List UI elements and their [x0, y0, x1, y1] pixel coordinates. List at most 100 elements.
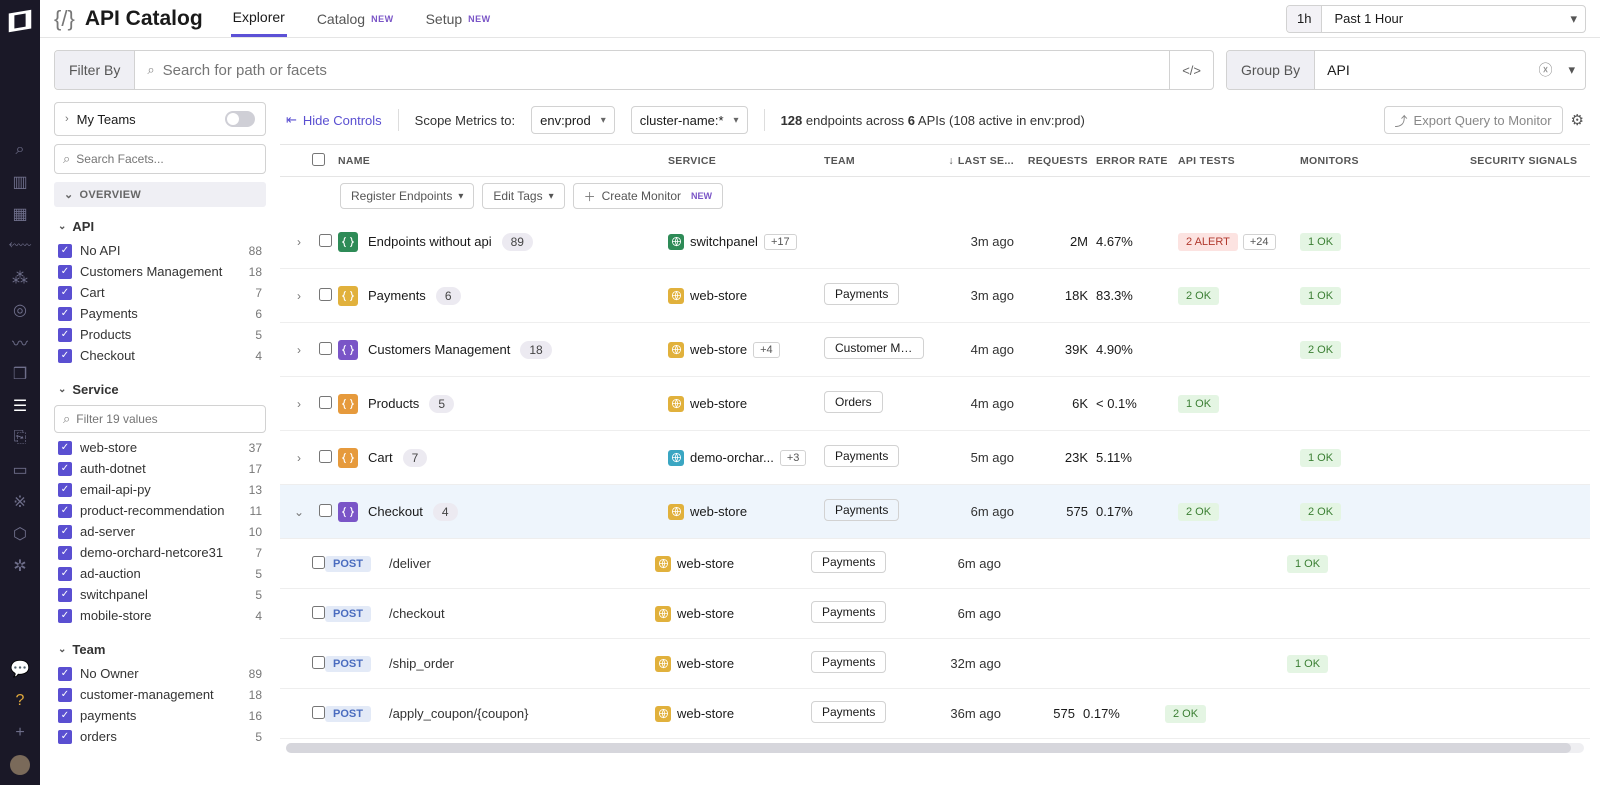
checkbox-icon[interactable]: ✓	[58, 609, 72, 623]
ok-badge[interactable]: 2 OK	[1165, 705, 1206, 723]
book-icon[interactable]: ▭	[10, 460, 30, 480]
expand-icon[interactable]: ›	[286, 235, 312, 249]
checkbox-icon[interactable]: ✓	[58, 349, 72, 363]
ok-badge[interactable]: 1 OK	[1300, 449, 1341, 467]
chevron-down-icon[interactable]: ▾	[1558, 62, 1585, 78]
user-avatar[interactable]	[10, 755, 30, 775]
endpoint-row[interactable]: POST/checkoutweb-storePayments6m ago	[280, 589, 1590, 639]
search-icon[interactable]: ⌕	[10, 140, 30, 160]
checkbox-icon[interactable]: ✓	[58, 441, 72, 455]
puzzle-icon[interactable]: ❒	[10, 364, 30, 384]
cluster-dropdown[interactable]: cluster-name:*▾	[631, 106, 748, 134]
row-checkbox[interactable]	[319, 234, 332, 247]
facet-item[interactable]: ✓email-api-py13	[54, 479, 266, 500]
facet-item[interactable]: ✓product-recommendation11	[54, 500, 266, 521]
facet-item[interactable]: ✓payments16	[54, 705, 266, 726]
table-row[interactable]: ›Payments6web-storePayments3m ago18K83.3…	[280, 269, 1590, 323]
facet-item[interactable]: ✓switchpanel5	[54, 584, 266, 605]
checkbox-icon[interactable]: ✓	[58, 588, 72, 602]
row-checkbox[interactable]	[312, 606, 325, 619]
expand-icon[interactable]: ›	[286, 451, 312, 465]
extra-pill[interactable]: +3	[780, 450, 807, 466]
tab-catalog[interactable]: CatalogNEW	[315, 0, 396, 37]
product-logo[interactable]	[5, 6, 35, 36]
table-row[interactable]: ⌄Checkout4web-storePayments6m ago5750.17…	[280, 485, 1590, 539]
register-endpoints-button[interactable]: Register Endpoints▾	[340, 183, 474, 209]
link-icon[interactable]: ⎘	[10, 428, 30, 448]
facet-item[interactable]: ✓Checkout4	[54, 345, 266, 366]
clear-icon[interactable]: ⓧ	[1532, 60, 1558, 80]
chat-icon[interactable]: 💬	[10, 659, 30, 679]
checkbox-icon[interactable]: ✓	[58, 525, 72, 539]
facet-item[interactable]: ✓ad-server10	[54, 521, 266, 542]
ok-badge[interactable]: 1 OK	[1300, 233, 1341, 251]
facet-item[interactable]: ✓orders5	[54, 726, 266, 747]
extra-pill[interactable]: +17	[764, 234, 797, 250]
add-icon[interactable]: +	[10, 723, 30, 743]
team-pill[interactable]: Orders	[824, 391, 883, 413]
facet-item[interactable]: ✓mobile-store4	[54, 605, 266, 626]
row-checkbox[interactable]	[312, 656, 325, 669]
checkbox-icon[interactable]: ✓	[58, 244, 72, 258]
team-pill[interactable]: Payments	[811, 551, 886, 573]
team-facet-title[interactable]: ⌄Team	[54, 638, 266, 663]
checkbox-icon[interactable]: ✓	[58, 328, 72, 342]
tab-explorer[interactable]: Explorer	[231, 0, 287, 37]
endpoint-row[interactable]: POST/deliverweb-storePayments6m ago1 OK	[280, 539, 1590, 589]
ok-badge[interactable]: 2 OK	[1300, 503, 1341, 521]
flow-icon[interactable]: ※	[10, 492, 30, 512]
expand-icon[interactable]: ⌄	[286, 505, 312, 519]
row-checkbox[interactable]	[319, 504, 332, 517]
endpoint-row[interactable]: POST/apply_coupon/{coupon}web-storePayme…	[280, 689, 1590, 739]
edit-tags-button[interactable]: Edit Tags▾	[482, 183, 564, 209]
service-filter-input[interactable]	[76, 412, 257, 426]
facet-search-input[interactable]	[76, 152, 257, 166]
ok-badge[interactable]: 2 OK	[1178, 503, 1219, 521]
checkbox-icon[interactable]: ✓	[58, 667, 72, 681]
team-pill[interactable]: Customer Man...	[824, 337, 924, 359]
binoculars-icon[interactable]: ▥	[10, 172, 30, 192]
my-teams-toggle[interactable]: › My Teams	[54, 102, 266, 136]
api-facet-title[interactable]: ⌄API	[54, 215, 266, 240]
checkbox-icon[interactable]: ✓	[58, 688, 72, 702]
facet-item[interactable]: ✓No API88	[54, 240, 266, 261]
time-picker[interactable]: 1h Past 1 Hour ▾	[1286, 5, 1586, 33]
table-row[interactable]: ›Cart7demo-orchar...+3Payments5m ago23K5…	[280, 431, 1590, 485]
bug-icon[interactable]: ✲	[10, 556, 30, 576]
checkbox-icon[interactable]: ✓	[58, 567, 72, 581]
facet-item[interactable]: ✓Products5	[54, 324, 266, 345]
service-facet-title[interactable]: ⌄Service	[54, 378, 266, 403]
group-by[interactable]: Group By API ⓧ ▾	[1226, 50, 1586, 90]
alert-badge[interactable]: 2 ALERT	[1178, 233, 1238, 251]
team-pill[interactable]: Payments	[811, 601, 886, 623]
checkbox-icon[interactable]: ✓	[58, 546, 72, 560]
search-input[interactable]	[163, 51, 1170, 89]
table-row[interactable]: ›Products5web-storeOrders4m ago6K< 0.1%1…	[280, 377, 1590, 431]
row-checkbox[interactable]	[319, 450, 332, 463]
ok-badge[interactable]: 1 OK	[1300, 287, 1341, 305]
table-row[interactable]: ›Customers Management18web-store+4Custom…	[280, 323, 1590, 377]
overview-header[interactable]: ⌄ OVERVIEW	[54, 182, 266, 207]
facet-item[interactable]: ✓Payments6	[54, 303, 266, 324]
facet-item[interactable]: ✓Cart7	[54, 282, 266, 303]
ok-badge[interactable]: 1 OK	[1287, 555, 1328, 573]
row-checkbox[interactable]	[319, 342, 332, 355]
gear-icon[interactable]: ⚙	[1571, 111, 1584, 129]
team-pill[interactable]: Payments	[811, 651, 886, 673]
chevron-down-icon[interactable]: ▾	[1562, 11, 1585, 27]
ok-badge[interactable]: 1 OK	[1178, 395, 1219, 413]
facet-item[interactable]: ✓Customers Management18	[54, 261, 266, 282]
extra-pill[interactable]: +24	[1243, 234, 1276, 250]
target-icon[interactable]: ◎	[10, 300, 30, 320]
facet-item[interactable]: ✓No Owner89	[54, 663, 266, 684]
wave-icon[interactable]: 〰	[10, 332, 30, 352]
ok-badge[interactable]: 2 OK	[1178, 287, 1219, 305]
ok-badge[interactable]: 1 OK	[1287, 655, 1328, 673]
checkbox-icon[interactable]: ✓	[58, 462, 72, 476]
hide-controls-button[interactable]: ⇤ Hide Controls	[286, 112, 382, 128]
horizontal-scrollbar[interactable]	[286, 743, 1584, 753]
facet-item[interactable]: ✓ad-auction5	[54, 563, 266, 584]
table-row[interactable]: ›Endpoints without api89switchpanel+173m…	[280, 215, 1590, 269]
checkbox-icon[interactable]: ✓	[58, 709, 72, 723]
chart-icon[interactable]: ⬳	[10, 236, 30, 256]
